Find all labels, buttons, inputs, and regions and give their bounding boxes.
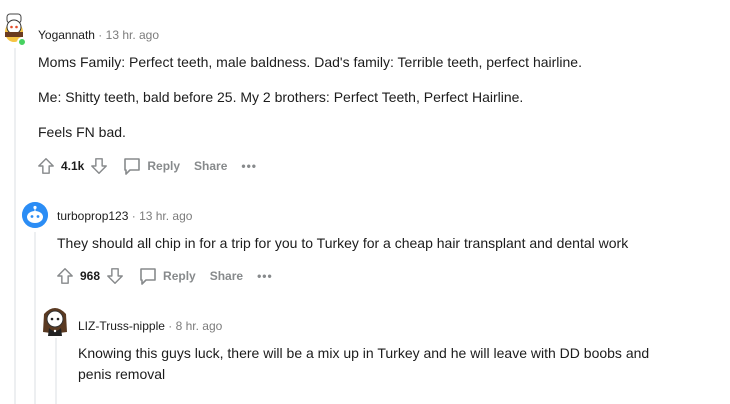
upvote-arrow-icon[interactable] [56,267,74,285]
reply-button[interactable]: Reply [138,266,196,286]
snoo-custom-avatar-icon [43,308,67,336]
comment-bubble-icon [140,268,156,285]
comment-paragraph: Feels FN bad. [38,124,126,140]
vote-count: 4.1k [61,159,85,173]
username[interactable]: Yogannath [38,28,95,42]
comment-meta: LIZ-Truss-nipple · 8 hr. ago [78,319,222,333]
comment-bubble-icon [124,158,141,175]
avatar[interactable] [40,304,70,338]
vote-count: 968 [80,269,101,283]
meta-separator: · [168,319,173,333]
downvote-arrow-icon[interactable] [90,157,108,175]
comment-paragraph: Moms Family: Perfect teeth, male baldnes… [38,54,582,70]
reply-label: Reply [163,269,196,283]
comment-meta: turboprop123 · 13 hr. ago [57,209,192,223]
share-button[interactable]: Share [194,159,227,173]
online-status-icon [17,37,27,47]
reply-label: Reply [147,159,181,173]
thread-line-child[interactable] [34,232,36,404]
username[interactable]: LIZ-Truss-nipple [78,319,165,333]
timestamp[interactable]: 13 hr. ago [106,28,159,42]
comment-paragraph: Knowing this guys luck, there will be a … [78,345,650,382]
comment-paragraph: They should all chip in for a trip for y… [57,235,629,251]
comment-body: Knowing this guys luck, there will be a … [78,343,668,399]
thread-line-grandchild[interactable] [55,338,57,404]
comment-body: They should all chip in for a trip for y… [57,233,722,268]
share-button[interactable]: Share [210,269,243,283]
avatar[interactable] [22,202,48,228]
timestamp[interactable]: 8 hr. ago [176,319,223,333]
reply-button[interactable]: Reply [122,156,180,176]
share-label: Share [194,159,228,173]
downvote-arrow-icon[interactable] [106,267,124,285]
more-options-button[interactable]: ••• [257,269,273,283]
comment-actions: 4.1k Reply Share ••• [37,156,257,176]
meta-separator: · [131,209,136,223]
more-options-button[interactable]: ••• [241,159,257,173]
upvote-arrow-icon[interactable] [37,157,55,175]
vote-control: 968 [56,267,124,285]
timestamp[interactable]: 13 hr. ago [139,209,192,223]
username[interactable]: turboprop123 [57,209,128,223]
meta-separator: · [98,28,103,42]
comment-actions: 968 Reply Share ••• [56,266,273,286]
comment-meta: Yogannath · 13 hr. ago [38,28,159,42]
thread-line-root[interactable] [14,48,16,404]
comment-paragraph: Me: Shitty teeth, bald before 25. My 2 b… [38,89,524,105]
comment-body: Moms Family: Perfect teeth, male baldnes… [38,52,718,157]
share-label: Share [209,269,244,283]
avatar[interactable] [2,10,28,42]
vote-control: 4.1k [37,157,108,175]
snoo-avatar-icon [22,202,48,228]
